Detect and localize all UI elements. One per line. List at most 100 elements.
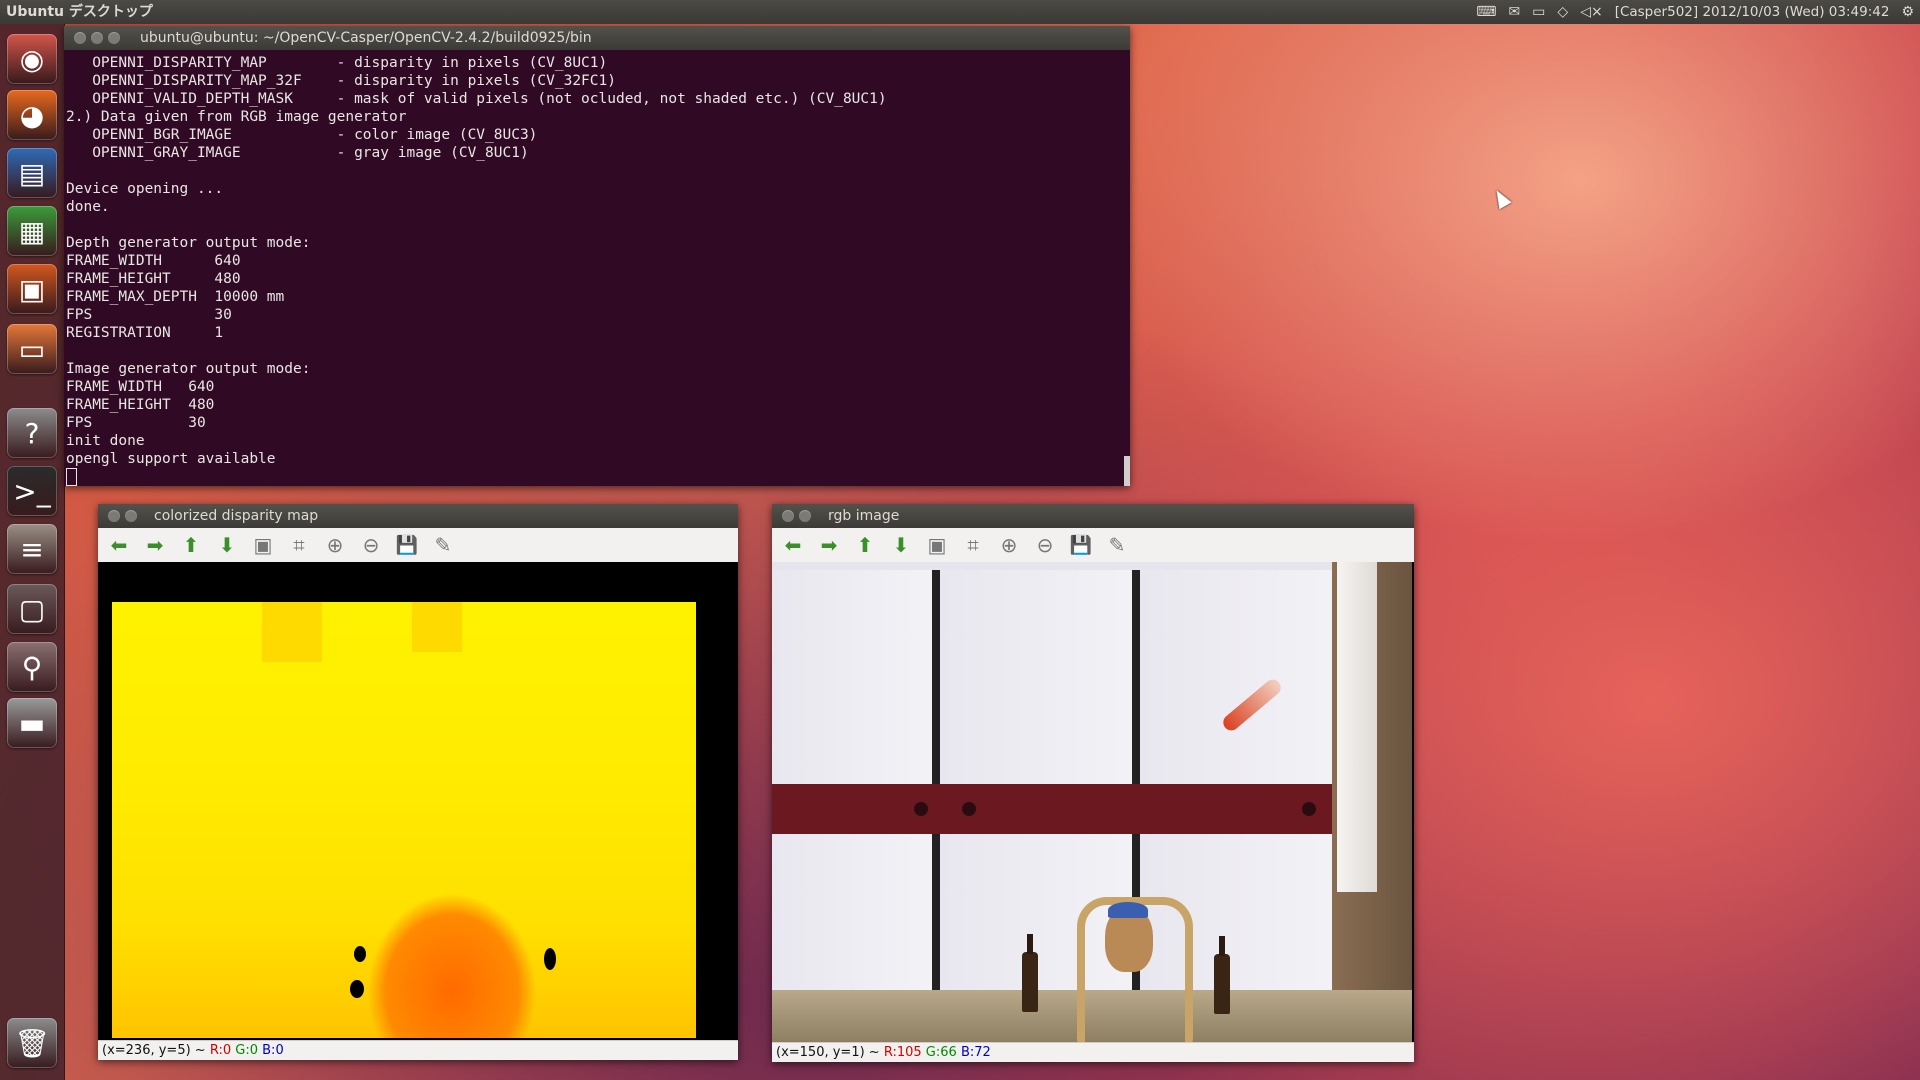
launcher-libreoffice-impress[interactable]: ▣	[7, 264, 57, 314]
arrow-left-icon[interactable]: ⬅	[106, 532, 132, 558]
terminal-icon: >_	[13, 474, 51, 508]
launcher-trash[interactable]: 🗑	[7, 1018, 57, 1068]
window-title: rgb image	[828, 508, 900, 524]
terminal-line: OPENNI_DISPARITY_MAP_32F - disparity in …	[66, 73, 616, 89]
keyboard-icon[interactable]: ⌨	[1476, 0, 1496, 24]
terminal-line: Depth generator output mode:	[66, 235, 311, 251]
minimize-icon[interactable]	[799, 510, 811, 522]
terminal-line: OPENNI_GRAY_IMAGE - gray image (CV_8UC1)	[66, 145, 529, 161]
close-icon[interactable]	[108, 510, 120, 522]
terminal-line: opengl support available	[66, 451, 276, 467]
blue-value: B:72	[960, 1045, 991, 1060]
mail-icon[interactable]: ✉	[1508, 0, 1520, 24]
terminal-scrollbar[interactable]	[1124, 456, 1130, 486]
libreoffice-writer-icon: ▤	[18, 156, 46, 190]
launcher-usb-drive[interactable]: ⚲	[7, 642, 57, 692]
arrow-up-icon[interactable]: ⬆	[852, 532, 878, 558]
zoom-fit-icon[interactable]: ⌗	[286, 532, 312, 558]
terminal-line: REGISTRATION 1	[66, 325, 224, 341]
zoom-out-icon[interactable]: ⊖	[1032, 532, 1058, 558]
image-icon[interactable]: ▣	[924, 532, 950, 558]
launcher-software-center[interactable]: ≡	[7, 524, 57, 574]
terminal-line: 2.) Data given from RGB image generator	[66, 109, 407, 125]
terminal-line: FRAME_HEIGHT 480	[66, 271, 241, 287]
wifi-icon[interactable]: ◇	[1557, 0, 1568, 24]
desktop-title[interactable]: Ubuntu デスクトップ	[6, 0, 153, 24]
arrow-down-icon[interactable]: ⬇	[888, 532, 914, 558]
terminal-line: done.	[66, 199, 110, 215]
rgb-viewport[interactable]	[772, 562, 1414, 1042]
disparity-window[interactable]: colorized disparity map ⬅ ➡ ⬆ ⬇ ▣ ⌗ ⊕ ⊖ 💾 ✎ (x=23…	[98, 504, 738, 1060]
rgb-image	[772, 562, 1412, 1042]
close-icon[interactable]	[782, 510, 794, 522]
arrow-up-icon[interactable]: ⬆	[178, 532, 204, 558]
highgui-toolbar: ⬅ ➡ ⬆ ⬇ ▣ ⌗ ⊕ ⊖ 💾 ✎	[772, 528, 1414, 563]
help-icon: ?	[24, 416, 40, 450]
disparity-viewport[interactable]	[98, 562, 738, 1040]
usb-drive-icon: ⚲	[21, 650, 43, 684]
save-icon[interactable]: 💾	[394, 532, 420, 558]
zoom-in-icon[interactable]: ⊕	[996, 532, 1022, 558]
launcher-drive[interactable]: ▬	[7, 698, 57, 748]
terminal-line: OPENNI_BGR_IMAGE - color image (CV_8UC3)	[66, 127, 538, 143]
battery-icon[interactable]: ▭	[1532, 0, 1545, 24]
window-title: ubuntu@ubuntu: ~/OpenCV-Casper/OpenCV-2.…	[140, 30, 592, 46]
launcher-libreoffice-writer[interactable]: ▤	[7, 148, 57, 198]
maximize-icon[interactable]	[108, 32, 120, 44]
rgb-titlebar[interactable]: rgb image	[772, 504, 1414, 528]
firefox-icon: ◕	[19, 98, 45, 132]
terminal-line: FRAME_WIDTH 640	[66, 253, 241, 269]
terminal-line: FRAME_MAX_DEPTH 10000 mm	[66, 289, 285, 305]
image-icon[interactable]: ▣	[250, 532, 276, 558]
disparity-image	[112, 602, 696, 1038]
terminal-titlebar[interactable]: ubuntu@ubuntu: ~/OpenCV-Casper/OpenCV-2.…	[64, 26, 1130, 50]
zoom-fit-icon[interactable]: ⌗	[960, 532, 986, 558]
terminal-cursor	[66, 468, 77, 486]
launcher-firefox[interactable]: ◕	[7, 90, 57, 140]
launcher-workspace-switcher[interactable]: ▢	[7, 584, 57, 634]
red-value: R:105	[883, 1045, 922, 1060]
zoom-out-icon[interactable]: ⊖	[358, 532, 384, 558]
terminal-line: FPS 30	[66, 307, 232, 323]
coordinate-readout: (x=236, y=5) ~	[102, 1043, 210, 1058]
terminal-window[interactable]: ubuntu@ubuntu: ~/OpenCV-Casper/OpenCV-2.…	[64, 26, 1130, 486]
launcher: ◉ ◕ ▤ ▦ ▣ ▭? >_ ≡ ▢ ⚲ ▬ 🗑	[0, 24, 65, 1080]
minimize-icon[interactable]	[125, 510, 137, 522]
terminal-line: Image generator output mode:	[66, 361, 311, 377]
terminal-line: FRAME_HEIGHT 480	[66, 397, 215, 413]
volume-muted-icon[interactable]: ◁×	[1580, 0, 1603, 24]
minimize-icon[interactable]	[91, 32, 103, 44]
disparity-titlebar[interactable]: colorized disparity map	[98, 504, 738, 528]
launcher-files[interactable]: ▭	[7, 324, 57, 374]
libreoffice-impress-icon: ▣	[18, 272, 46, 306]
properties-icon[interactable]: ✎	[430, 532, 456, 558]
workspace-switcher-icon: ▢	[18, 592, 46, 626]
gear-icon[interactable]: ⚙	[1901, 0, 1914, 24]
clock[interactable]: [Casper502] 2012/10/03 (Wed) 03:49:42	[1615, 0, 1890, 24]
rgb-window[interactable]: rgb image ⬅ ➡ ⬆ ⬇ ▣ ⌗ ⊕ ⊖ 💾 ✎ (x=150, y=1) ~ R:10…	[772, 504, 1414, 1062]
libreoffice-calc-icon: ▦	[18, 214, 46, 248]
zoom-in-icon[interactable]: ⊕	[322, 532, 348, 558]
properties-icon[interactable]: ✎	[1104, 532, 1130, 558]
mouse-pointer-icon	[1490, 186, 1512, 210]
arrow-left-icon[interactable]: ⬅	[780, 532, 806, 558]
close-icon[interactable]	[74, 32, 86, 44]
terminal-output[interactable]: OPENNI_DISPARITY_MAP - disparity in pixe…	[64, 50, 1130, 486]
green-value: G:0	[235, 1043, 258, 1058]
launcher-terminal[interactable]: >_	[7, 466, 57, 516]
launcher-libreoffice-calc[interactable]: ▦	[7, 206, 57, 256]
arrow-down-icon[interactable]: ⬇	[214, 532, 240, 558]
save-icon[interactable]: 💾	[1068, 532, 1094, 558]
launcher-dash-home[interactable]: ◉	[7, 34, 57, 84]
coordinate-readout: (x=150, y=1) ~	[776, 1045, 884, 1060]
arrow-right-icon[interactable]: ➡	[816, 532, 842, 558]
rgb-statusbar: (x=150, y=1) ~ R:105 G:66 B:72	[772, 1042, 1414, 1062]
launcher-help[interactable]: ?	[7, 408, 57, 458]
files-icon: ▭	[18, 332, 46, 366]
dash-home-icon: ◉	[19, 42, 45, 76]
arrow-right-icon[interactable]: ➡	[142, 532, 168, 558]
terminal-line: OPENNI_DISPARITY_MAP - disparity in pixe…	[66, 55, 608, 71]
